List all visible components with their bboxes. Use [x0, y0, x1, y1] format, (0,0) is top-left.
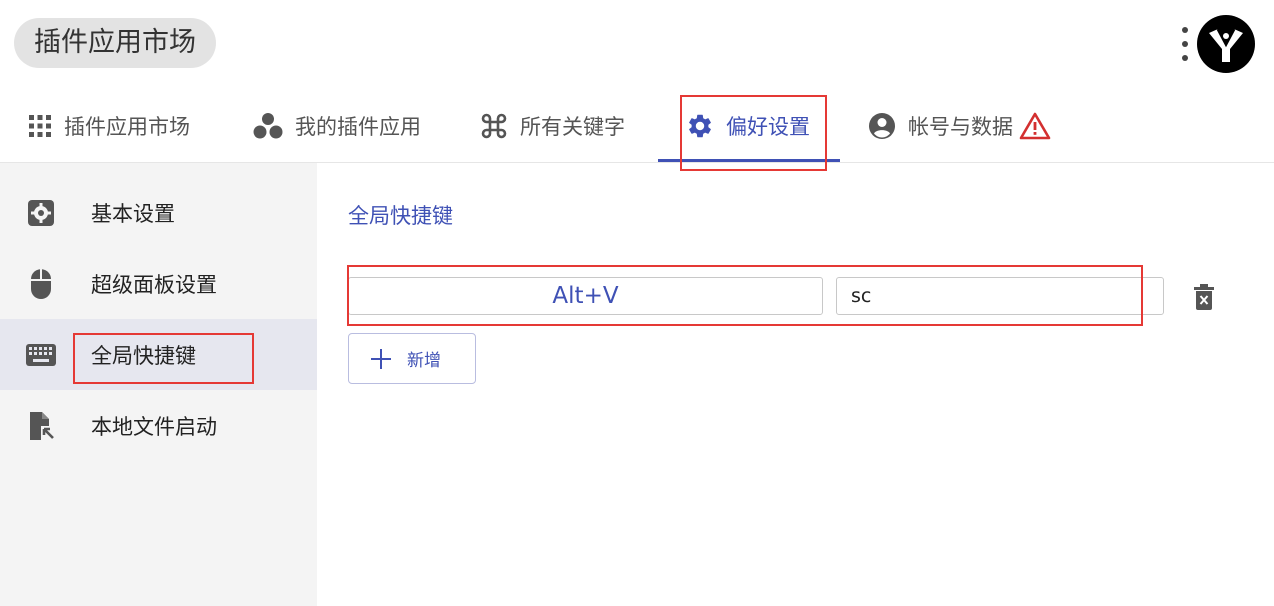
tab-label: 偏好设置 [726, 115, 810, 139]
command-key-icon [480, 112, 508, 140]
tab-label: 插件应用市场 [64, 115, 190, 139]
shortcut-key-field[interactable] [348, 277, 823, 315]
main-tabs: 插件应用市场 我的插件应用 所有关键字 偏好设置 帐号与数据 [0, 90, 1274, 163]
mouse-icon [26, 268, 56, 299]
shortcut-command-input[interactable] [837, 278, 1163, 314]
app-header: 插件应用市场 [0, 0, 1274, 90]
settings-box-icon [26, 198, 56, 228]
sidebar-item-label: 超级面板设置 [91, 272, 217, 297]
sidebar-item-global-shortcuts[interactable]: 全局快捷键 [0, 319, 317, 390]
bubbles-icon [253, 112, 283, 140]
plus-icon [371, 348, 391, 369]
tab-preferences[interactable]: 偏好设置 [686, 90, 810, 162]
tab-label: 帐号与数据 [908, 115, 1013, 139]
more-menu-icon[interactable] [1176, 24, 1194, 64]
add-shortcut-button[interactable]: 新增 [348, 333, 476, 384]
shortcut-command-field[interactable] [836, 277, 1164, 315]
active-tab-indicator [658, 159, 840, 162]
shortcut-key-input[interactable] [349, 278, 822, 314]
tab-account-data[interactable]: 帐号与数据 [868, 90, 1051, 162]
section-title: 全局快捷键 [348, 204, 453, 228]
file-launch-icon [26, 411, 56, 441]
sidebar-item-super-panel[interactable]: 超级面板设置 [0, 248, 317, 319]
tab-label: 所有关键字 [520, 115, 625, 139]
account-circle-icon [868, 112, 896, 140]
gear-icon [686, 112, 714, 140]
tab-label: 我的插件应用 [295, 115, 421, 139]
tab-my-plugins[interactable]: 我的插件应用 [253, 90, 421, 162]
sidebar-item-local-file-launch[interactable]: 本地文件启动 [0, 390, 317, 461]
add-label: 新增 [407, 351, 441, 371]
trash-icon [1193, 284, 1215, 310]
tab-plugin-market[interactable]: 插件应用市场 [28, 90, 190, 162]
keyboard-icon [26, 340, 56, 370]
sidebar-item-basic-settings[interactable]: 基本设置 [0, 177, 317, 248]
sidebar-item-label: 全局快捷键 [91, 343, 196, 368]
delete-shortcut-button[interactable] [1190, 283, 1218, 311]
grid-apps-icon [28, 114, 52, 138]
app-title: 插件应用市场 [14, 18, 216, 68]
sidebar-item-label: 基本设置 [91, 201, 175, 226]
sidebar-item-label: 本地文件启动 [91, 414, 217, 439]
app-logo-icon[interactable] [1196, 14, 1256, 74]
tab-all-keywords[interactable]: 所有关键字 [480, 90, 625, 162]
settings-sidebar: 基本设置 超级面板设置 全局快捷键 本地文件启动 [0, 163, 317, 606]
warning-icon [1019, 112, 1051, 140]
